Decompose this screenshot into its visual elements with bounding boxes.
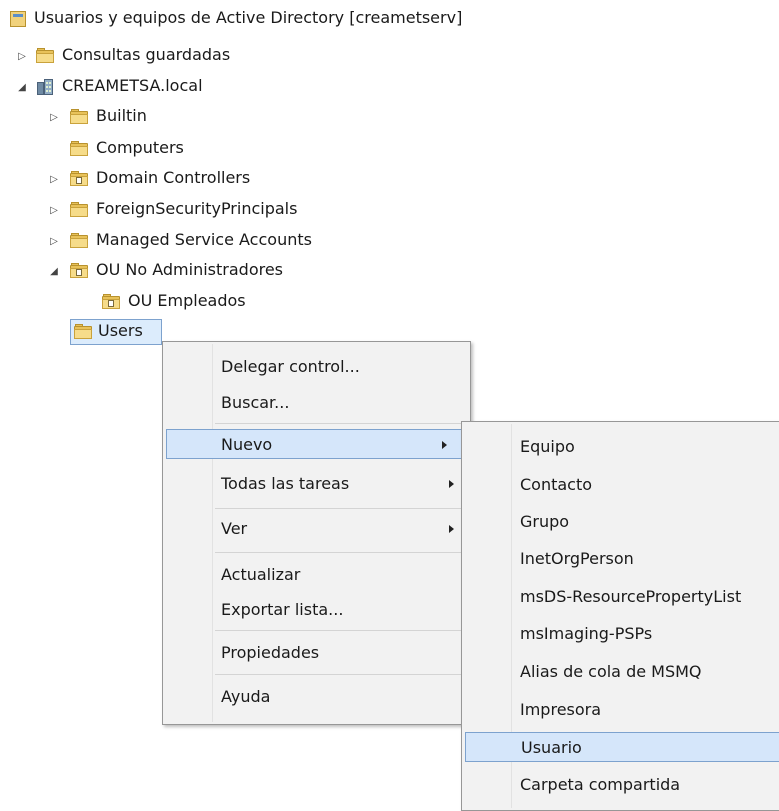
folder-icon [70, 141, 88, 156]
active-directory-icon [10, 11, 26, 27]
tree-item-ou-no-administradores[interactable]: ◢ OU No Administradores [0, 258, 360, 284]
expand-arrow-icon[interactable]: ▷ [48, 173, 60, 185]
tree-item-label: Consultas guardadas [62, 45, 231, 64]
menu-item-search[interactable]: Buscar... [165, 388, 468, 418]
menu-separator [215, 423, 468, 424]
tree-item-saved-queries[interactable]: ▷ Consultas guardadas [0, 43, 300, 69]
tree-item-label: Builtin [96, 106, 147, 125]
submenu-item-user[interactable]: Usuario [465, 732, 779, 762]
submenu-arrow-icon [449, 480, 454, 488]
menu-item-properties[interactable]: Propiedades [165, 638, 468, 668]
context-menu: Delegar control... Buscar... Nuevo Todas… [162, 341, 471, 725]
tree-item-domain-controllers[interactable]: ▷ Domain Controllers [0, 166, 320, 192]
tree-item-label: ForeignSecurityPrincipals [96, 199, 298, 218]
collapse-arrow-icon[interactable]: ◢ [48, 265, 60, 277]
menu-separator [215, 508, 468, 509]
expand-arrow-icon[interactable]: ▷ [48, 111, 60, 123]
tree-item-label: OU No Administradores [96, 260, 284, 279]
folder-icon [70, 202, 88, 217]
expand-arrow-icon[interactable]: ▷ [48, 235, 60, 247]
tree-item-label: OU Empleados [128, 291, 246, 310]
submenu-item-group[interactable]: Grupo [464, 507, 779, 537]
ou-folder-icon [70, 171, 88, 186]
tree-item-managed-service-accounts[interactable]: ▷ Managed Service Accounts [0, 228, 370, 254]
submenu-item-inetorgperson[interactable]: InetOrgPerson [464, 544, 779, 574]
tree-item-foreign-security-principals[interactable]: ▷ ForeignSecurityPrincipals [0, 197, 340, 223]
new-submenu: Equipo Contacto Grupo InetOrgPerson msDS… [461, 421, 779, 811]
menu-item-view[interactable]: Ver [165, 514, 468, 544]
tree-item-label: Users [98, 321, 143, 340]
tree-item-computers[interactable]: Computers [0, 136, 300, 162]
submenu-item-msds-resourcepropertylist[interactable]: msDS-ResourcePropertyList [464, 582, 779, 612]
folder-icon [36, 48, 54, 63]
menu-item-refresh[interactable]: Actualizar [165, 560, 468, 590]
folder-icon [70, 233, 88, 248]
submenu-arrow-icon [442, 441, 447, 449]
menu-item-help[interactable]: Ayuda [165, 682, 468, 712]
tree-item-label: Managed Service Accounts [96, 230, 312, 249]
tree-item-domain[interactable]: ◢ CREAMETSA.local [0, 74, 300, 100]
tree-item-ou-empleados[interactable]: OU Empleados [0, 289, 300, 315]
folder-icon [70, 109, 88, 124]
submenu-item-printer[interactable]: Impresora [464, 695, 779, 725]
menu-separator [215, 552, 468, 553]
submenu-item-shared-folder[interactable]: Carpeta compartida [464, 770, 779, 800]
menu-item-export-list[interactable]: Exportar lista... [165, 595, 468, 625]
expand-arrow-icon[interactable]: ▷ [16, 50, 28, 62]
menu-separator [215, 630, 468, 631]
menu-item-new[interactable]: Nuevo [166, 429, 462, 459]
menu-item-all-tasks[interactable]: Todas las tareas [165, 469, 468, 499]
ou-folder-icon [70, 263, 88, 278]
tree-item-root[interactable]: Usuarios y equipos de Active Directory [… [0, 6, 540, 32]
tree-item-label: Domain Controllers [96, 168, 251, 187]
submenu-item-computer[interactable]: Equipo [464, 432, 779, 462]
tree-item-label: Computers [96, 138, 184, 157]
tree-item-users[interactable]: Users [0, 319, 162, 345]
menu-separator [215, 674, 468, 675]
ou-folder-icon [102, 294, 120, 309]
expand-arrow-icon[interactable]: ▷ [48, 204, 60, 216]
collapse-arrow-icon[interactable]: ◢ [16, 81, 28, 93]
tree-item-label: CREAMETSA.local [62, 76, 203, 95]
tree-item-builtin[interactable]: ▷ Builtin [0, 104, 300, 130]
submenu-item-contact[interactable]: Contacto [464, 470, 779, 500]
domain-icon [36, 79, 54, 95]
tree-item-label: Usuarios y equipos de Active Directory [… [34, 8, 463, 27]
folder-icon [74, 324, 92, 339]
submenu-item-msmq-queue-alias[interactable]: Alias de cola de MSMQ [464, 657, 779, 687]
submenu-item-msimaging-psps[interactable]: msImaging-PSPs [464, 619, 779, 649]
menu-item-delegate-control[interactable]: Delegar control... [165, 352, 468, 382]
submenu-arrow-icon [449, 525, 454, 533]
